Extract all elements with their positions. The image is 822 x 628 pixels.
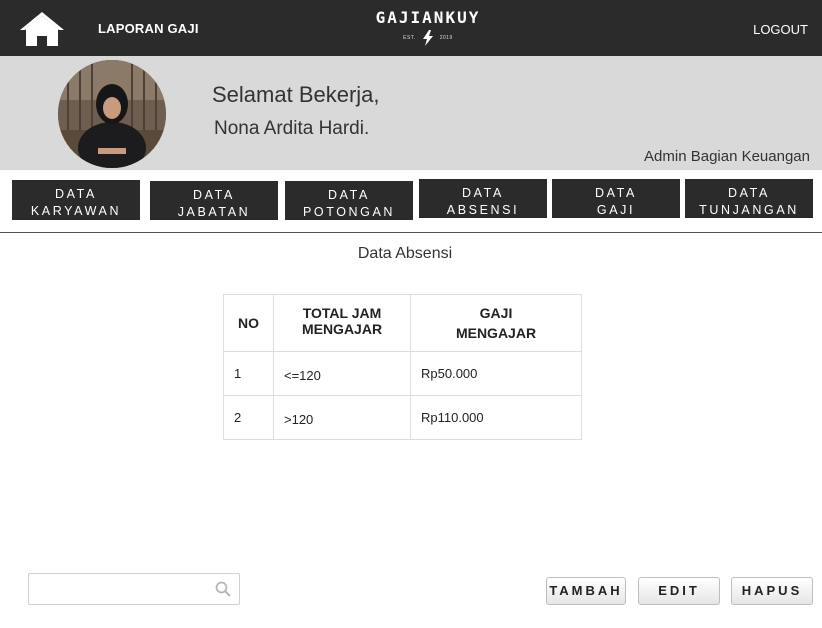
logout-button[interactable]: LOGOUT (753, 22, 808, 37)
search-icon[interactable] (215, 581, 231, 597)
menu-tabs: DATA KARYAWAN DATA JABATAN DATA POTONGAN… (0, 176, 822, 226)
tab-label-line1: DATA (462, 186, 504, 200)
col-header-line: GAJI (479, 305, 513, 321)
table-header-row: NO TOTAL JAM MENGAJAR GAJI MENGAJAR (223, 294, 582, 352)
tab-label-line1: DATA (728, 186, 770, 200)
lightning-icon (422, 30, 433, 46)
brand-subline: EST. 2019 (360, 29, 496, 47)
tab-label-line2: GAJI (596, 203, 636, 217)
tab-label-line1: DATA (193, 188, 235, 202)
col-header-no: NO (223, 294, 274, 352)
tab-label-line1: DATA (595, 186, 637, 200)
user-role: Admin Bagian Keuangan (644, 148, 810, 165)
brand-title: GAJIANKUY (375, 8, 481, 27)
laporan-gaji-link[interactable]: LAPORAN GAJI (98, 21, 199, 36)
cell-total-jam: >120 (273, 395, 411, 440)
tab-data-gaji[interactable]: DATA GAJI (552, 179, 680, 218)
tab-data-jabatan[interactable]: DATA JABATAN (150, 181, 278, 220)
cell-gaji: Rp110.000 (410, 395, 582, 440)
col-header-total-jam: TOTAL JAM MENGAJAR (273, 294, 411, 352)
user-name: Nona Ardita Hardi. (214, 118, 370, 139)
tab-data-tunjangan[interactable]: DATA TUNJANGAN (685, 179, 813, 218)
brand-est: EST. (403, 35, 416, 41)
cell-total-jam: <=120 (273, 351, 411, 396)
col-header-gaji: GAJI MENGAJAR (410, 294, 582, 352)
tab-data-potongan[interactable]: DATA POTONGAN (285, 181, 413, 220)
col-header-line: MENGAJAR (455, 325, 537, 341)
tab-label-line2: TUNJANGAN (699, 203, 799, 217)
tab-label-line2: ABSENSI (446, 203, 520, 217)
table-row[interactable]: 1 <=120 Rp50.000 (223, 351, 582, 396)
cell-no: 1 (223, 351, 274, 396)
hapus-button[interactable]: HAPUS (731, 577, 813, 605)
brand-year: 2019 (439, 35, 453, 41)
top-navbar: LAPORAN GAJI GAJIANKUY EST. 2019 LOGOUT (0, 0, 822, 56)
edit-button[interactable]: EDIT (638, 577, 720, 605)
absensi-table: NO TOTAL JAM MENGAJAR GAJI MENGAJAR 1 <=… (223, 294, 582, 440)
divider (0, 232, 822, 233)
home-icon[interactable] (18, 10, 66, 48)
cell-no: 2 (223, 395, 274, 440)
tab-label-line2: POTONGAN (302, 205, 396, 219)
brand-logo: GAJIANKUY EST. 2019 (360, 8, 496, 47)
tab-data-karyawan[interactable]: DATA KARYAWAN (12, 180, 140, 220)
col-header-line: TOTAL JAM (302, 304, 382, 321)
avatar (58, 60, 166, 168)
tab-label-line2: JABATAN (177, 205, 251, 219)
tab-data-absensi[interactable]: DATA ABSENSI (419, 179, 547, 218)
page-title: Data Absensi (357, 245, 453, 262)
search-box (28, 573, 240, 605)
tab-label-line1: DATA (55, 187, 97, 201)
table-row[interactable]: 2 >120 Rp110.000 (223, 395, 582, 440)
cell-gaji: Rp50.000 (410, 351, 582, 396)
search-input[interactable] (35, 579, 209, 601)
tab-label-line1: DATA (328, 188, 370, 202)
welcome-panel: Selamat Bekerja, Nona Ardita Hardi. Admi… (0, 56, 822, 170)
greeting-line: Selamat Bekerja, (212, 82, 380, 107)
col-header-line: MENGAJAR (301, 320, 383, 337)
tambah-button[interactable]: TAMBAH (546, 577, 626, 605)
tab-label-line2: KARYAWAN (30, 204, 122, 218)
